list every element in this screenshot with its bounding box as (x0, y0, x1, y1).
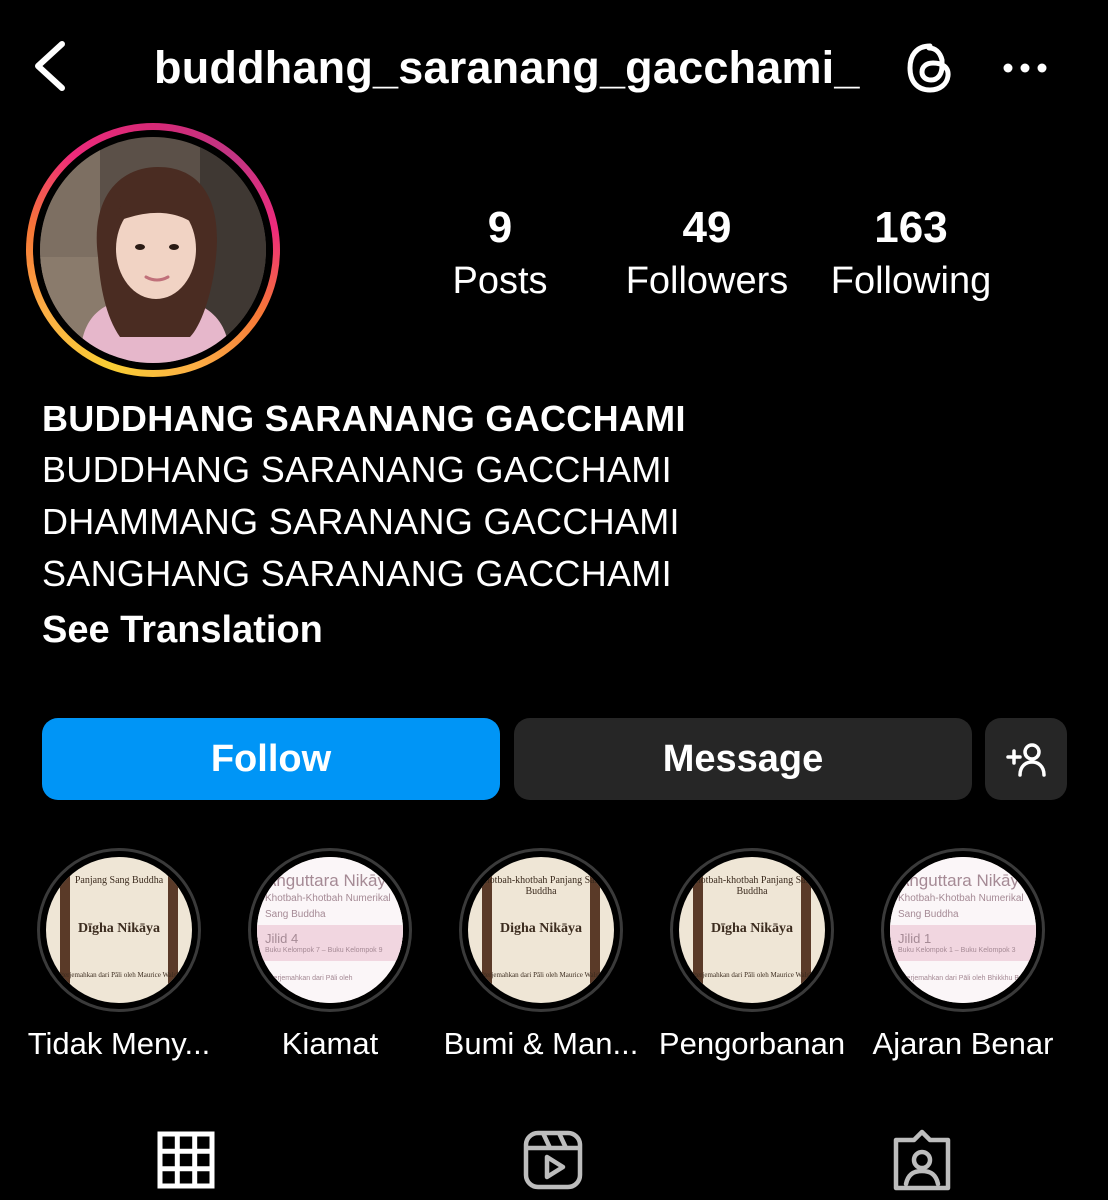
follow-button[interactable]: Follow (42, 718, 500, 800)
highlight-ring: Anguttara Nikāya Khotbah-Khotbah Numerik… (881, 848, 1045, 1012)
message-button[interactable]: Message (514, 718, 972, 800)
followers-count-label: Followers (625, 260, 789, 302)
see-translation-link[interactable]: See Translation (42, 602, 1062, 658)
following-count-value: 163 (874, 203, 948, 252)
story-highlight[interactable]: Khotbah-khotbah Panjang Sang Buddha Digh… (436, 848, 646, 1064)
highlight-label: Kiamat (281, 1026, 379, 1061)
highlight-ring: Anguttara Nikāya Khotbah-Khotbah Numerik… (248, 848, 412, 1012)
tab-reels[interactable] (517, 1124, 589, 1196)
cover-volume: Jilid 1 (898, 931, 932, 946)
highlight-ring: Panjang Sang Buddha Dīgha Nikāya Diterje… (37, 848, 201, 1012)
back-button[interactable] (28, 38, 76, 94)
cover-subtitle: Khotbah-Khotbah Numerikal (265, 893, 391, 904)
bio-line: BUDDHANG SARANANG GACCHAMI (42, 449, 672, 490)
highlight-label: Tidak Meny... (27, 1026, 211, 1061)
highlight-label: Bumi & Man... (443, 1026, 639, 1061)
cover-title: Dīgha Nikāya (77, 921, 161, 936)
highlight-ring: Khotbah-khotbah Panjang Sang Buddha Digh… (459, 848, 623, 1012)
profile-page: buddhang_saranang_gacchami_ 9 Posts 49 F… (0, 0, 1108, 1200)
avatar (40, 137, 266, 363)
highlight-cover: Panjang Sang Buddha Dīgha Nikāya Diterje… (46, 857, 192, 1003)
story-highlight[interactable]: Anguttara Nikāya Khotbah-Khotbah Numerik… (225, 848, 435, 1064)
add-user-icon (1006, 743, 1046, 777)
highlight-cover: Anguttara Nikāya Khotbah-Khotbah Numerik… (890, 857, 1036, 1003)
tab-tagged[interactable] (886, 1124, 958, 1196)
cover-credit: Diterjemahkan dari Pāli oleh Maurice Wal… (688, 971, 816, 979)
cover-subtitle: Khotbah-khotbah Panjang Sang Buddha (688, 875, 816, 897)
more-options-button[interactable] (996, 44, 1052, 92)
cover-subtitle: Khotbah-khotbah Panjang Sang Buddha (477, 875, 605, 897)
profile-bio: BUDDHANG SARANANG GACCHAMI BUDDHANG SARA… (42, 394, 1062, 658)
profile-header: buddhang_saranang_gacchami_ (0, 0, 1108, 130)
highlight-label: Ajaran Benar (872, 1026, 1054, 1061)
cover-credit: Diterjemahkan dari Pāli oleh Maurice Wal… (55, 971, 183, 979)
posts-count: 9 Posts (430, 200, 570, 306)
story-highlight[interactable]: Anguttara Nikāya Khotbah-Khotbah Numerik… (858, 848, 1068, 1064)
highlight-cover: Khotbah-khotbah Panjang Sang Buddha Digh… (468, 857, 614, 1003)
cover-volume: Jilid 4 (265, 931, 299, 946)
suggested-users-button[interactable] (985, 718, 1067, 800)
threads-icon (907, 43, 951, 93)
highlight-ring: Khotbah-khotbah Panjang Sang Buddha Dīgh… (670, 848, 834, 1012)
profile-display-name: BUDDHANG SARANANG GACCHAMI (42, 398, 686, 439)
followers-count-value: 49 (682, 203, 732, 252)
avatar-story-ring[interactable] (26, 123, 280, 377)
more-horizontal-icon (1003, 63, 1047, 73)
cover-subtitle: Sang Buddha (265, 909, 326, 920)
following-count-label: Following (830, 260, 992, 302)
highlight-cover: Khotbah-khotbah Panjang Sang Buddha Dīgh… (679, 857, 825, 1003)
profile-username: buddhang_saranang_gacchami_ (154, 42, 860, 93)
story-highlight[interactable]: Khotbah-khotbah Panjang Sang Buddha Dīgh… (647, 848, 857, 1064)
reels-icon (523, 1130, 583, 1190)
bio-line: DHAMMANG SARANANG GACCHAMI (42, 501, 680, 542)
avatar-photo (40, 137, 266, 363)
posts-count-label: Posts (452, 260, 548, 302)
bio-line: SANGHANG SARANANG GACCHAMI (42, 553, 672, 594)
highlight-label: Pengorbanan (658, 1026, 846, 1061)
grid-icon (157, 1131, 215, 1189)
cover-title: Anguttara Nikāya (898, 871, 1029, 890)
story-highlight[interactable]: Panjang Sang Buddha Dīgha Nikāya Diterje… (14, 848, 224, 1064)
cover-subtitle: Panjang Sang Buddha (74, 875, 164, 886)
followers-count[interactable]: 49 Followers (612, 200, 802, 306)
cover-credit: Diterjemahkan dari Pāli oleh Bhikkhu Bod… (898, 975, 1033, 982)
cover-volume-sub: Buku Kelompok 7 – Buku Kelompok 9 (265, 947, 383, 954)
cover-credit: Diterjemahkan dari Pāli oleh (265, 975, 353, 982)
chevron-left-icon (35, 41, 65, 91)
cover-volume-sub: Buku Kelompok 1 – Buku Kelompok 3 (898, 947, 1016, 954)
cover-title: Digha Nikāya (499, 921, 583, 936)
cover-credit: Diterjemahkan dari Pāli oleh Maurice Wal… (477, 971, 605, 979)
cover-subtitle: Sang Buddha (898, 909, 959, 920)
highlight-cover: Anguttara Nikāya Khotbah-Khotbah Numerik… (257, 857, 403, 1003)
cover-title: Dīgha Nikāya (710, 921, 794, 936)
posts-count-value: 9 (487, 203, 513, 252)
following-count[interactable]: 163 Following (816, 200, 1006, 306)
tagged-icon (893, 1129, 951, 1191)
cover-title: Anguttara Nikāya (265, 871, 396, 890)
tab-posts-grid[interactable] (150, 1124, 222, 1196)
threads-button[interactable] (902, 40, 958, 96)
cover-subtitle: Khotbah-Khotbah Numerikal (898, 893, 1024, 904)
